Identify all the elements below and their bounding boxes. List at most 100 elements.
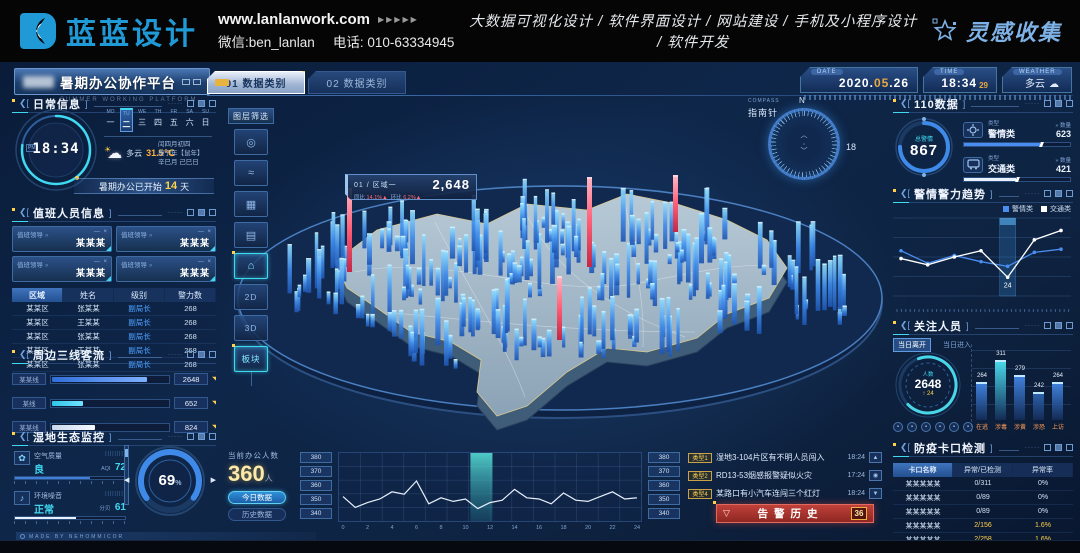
panel-window-icon[interactable] [198,351,205,358]
legend-item[interactable]: 警情类 [1003,204,1033,214]
table-header-cell[interactable]: 卡口名称 [893,463,953,477]
2d-layer-button[interactable]: 2D [234,284,268,310]
table-row: 某某某某某0/890% [893,491,1073,505]
weekday-cn: 四 [151,117,164,128]
logo[interactable]: 蓝蓝设计 [18,9,198,53]
trend-line-chart: 24 [893,214,1071,314]
gauge-left-arrow[interactable]: ◀ [124,476,129,484]
weekday-en: SA [183,109,196,115]
camera-layer-button[interactable]: ◎ [234,129,268,155]
mini-icon[interactable]: ▪ [921,422,931,432]
table-header-cell[interactable]: 异常率 [1013,463,1073,477]
alert-row[interactable]: 类型1湿地3-104片区有不明人员闯入18:24▲ [688,450,882,465]
compass: COMPASS 指南针 N 18 ︿•﹀ [748,98,856,198]
panel-minimize-icon[interactable] [187,351,194,358]
panel-minimize-icon[interactable] [187,433,194,440]
office-data-button[interactable]: 今日数据 [228,491,286,504]
table-header-cell[interactable]: 异常/已检测 [953,463,1013,477]
alert-history-label: 告警历史 [738,506,843,521]
table-header-cell[interactable]: 警力数 [165,288,216,302]
gauge-right-arrow[interactable]: ▶ [211,476,216,484]
panel-title: 警情警力趋势 [914,186,986,202]
summer-notice-bar: 暑期办公已开始14天 [74,178,214,194]
building-layer-button[interactable]: ⌂ [234,253,268,279]
weekday-cn: 五 [167,117,180,128]
panel-window-icon[interactable] [1055,322,1062,329]
alert-history-button[interactable]: ▽ 告警历史 36 [716,504,874,523]
3d-layer-button[interactable]: 3D [234,315,268,341]
focus-bar-chart: 264在逃311涉毒279涉黄242涉恐264上访 [971,344,1071,432]
panel-window-icon[interactable] [198,433,205,440]
date-box: DATE 2020.05.26 [800,67,918,93]
mini-icon[interactable]: ▪ [949,422,959,432]
panel-window-icon[interactable] [198,100,205,107]
signal-layer-button[interactable]: ≈ [234,160,268,186]
tab-data-category-1[interactable]: 01 数据类别 [207,71,305,94]
panel-expand-icon[interactable] [1066,100,1073,107]
compass-north-label: N [799,96,805,105]
flow-line-label: 某某线 [12,373,46,385]
panel-window-icon[interactable] [1055,190,1062,197]
table-header-cell[interactable]: 姓名 [63,288,114,302]
flow-value: 652 [174,397,208,409]
checkpoint-name: 某某某某某 [893,533,953,546]
alert-count-badge: 36 [851,507,867,520]
panel-minimize-icon[interactable] [187,209,194,216]
site-url[interactable]: www.lanlanwork.com [218,11,370,28]
mini-icon[interactable]: ▪ [893,422,903,432]
table-row: 某某某某某2/2581.6% [893,533,1073,547]
alert-type-tag: 类型2 [688,471,712,481]
inspiration-collect[interactable]: 灵感收集 [932,15,1062,47]
lunar-line: 闰四月初四 [158,140,216,149]
panel-minimize-icon[interactable] [1044,322,1051,329]
weekday-cn: 日 [199,117,212,128]
alert-row[interactable]: 类型4某路口有小汽车连闯三个红灯18:24▼ [688,486,882,501]
mini-icon[interactable]: ▪ [935,422,945,432]
table-header-cell[interactable]: 区域 [12,288,63,302]
panel-minimize-icon[interactable] [1044,100,1051,107]
card-mini-icons[interactable]: — × [198,259,212,265]
panel-expand-icon[interactable] [209,433,216,440]
mini-icon[interactable]: ▪ [907,422,917,432]
list-layer-button[interactable]: ▤ [234,222,268,248]
panel-window-icon[interactable] [1055,100,1062,107]
window-icon[interactable] [193,79,201,85]
noise-metric: ♪ 环境噪音正常 |||||||||分贝 61 [14,491,126,524]
gauge-slider-left[interactable] [124,445,129,505]
plate-layer-button[interactable]: 板块 [234,346,268,372]
legend-item[interactable]: 交通类 [1041,204,1071,214]
checkpoint-name: 某某某某某 [893,505,953,518]
panel-title: 值班人员信息 [33,205,105,221]
panel-minimize-icon[interactable] [1044,444,1051,451]
alert-scroll-icon[interactable]: ◉ [869,470,882,481]
collect-label: 灵感收集 [966,15,1062,47]
grid-layer-button[interactable]: ▦ [234,191,268,217]
card-mini-icons[interactable]: — × [94,229,108,235]
alert-type-tag: 类型4 [688,489,712,499]
stat-row: 类型警情类» 数量623 [963,119,1071,140]
panel-expand-icon[interactable] [1066,190,1073,197]
layer-filter-panel: 图层筛选 ◎≈▦▤⌂2D3D板块 [228,108,274,386]
panel-minimize-icon[interactable] [187,100,194,107]
alert-scroll-icon[interactable]: ▲ [869,452,882,463]
panel-minimize-icon[interactable] [1044,190,1051,197]
card-mini-icons[interactable]: — × [94,259,108,265]
x-axis-tick: 12 [485,525,495,531]
panel-expand-icon[interactable] [1066,444,1073,451]
panel-window-icon[interactable] [198,209,205,216]
minimize-icon[interactable] [182,79,190,85]
office-data-button[interactable]: 历史数据 [228,508,286,521]
stat-type-value: 警情类 [988,127,1050,140]
table-header-cell[interactable]: 级别 [114,288,165,302]
tab-data-category-2[interactable]: 02 数据类别 [308,71,406,94]
panel-window-icon[interactable] [1055,444,1062,451]
panel-expand-icon[interactable] [209,209,216,216]
duty-name: 某某某 [180,266,210,279]
card-mini-icons[interactable]: — × [198,229,212,235]
alert-row[interactable]: 类型2RD13-53烟感报警疑似火灾17:24◉ [688,468,882,483]
panel-expand-icon[interactable] [1066,322,1073,329]
panel-expand-icon[interactable] [209,100,216,107]
panel-expand-icon[interactable] [209,351,216,358]
alert-scroll-icon[interactable]: ▼ [869,488,882,499]
x-axis-tick: 20 [583,525,593,531]
